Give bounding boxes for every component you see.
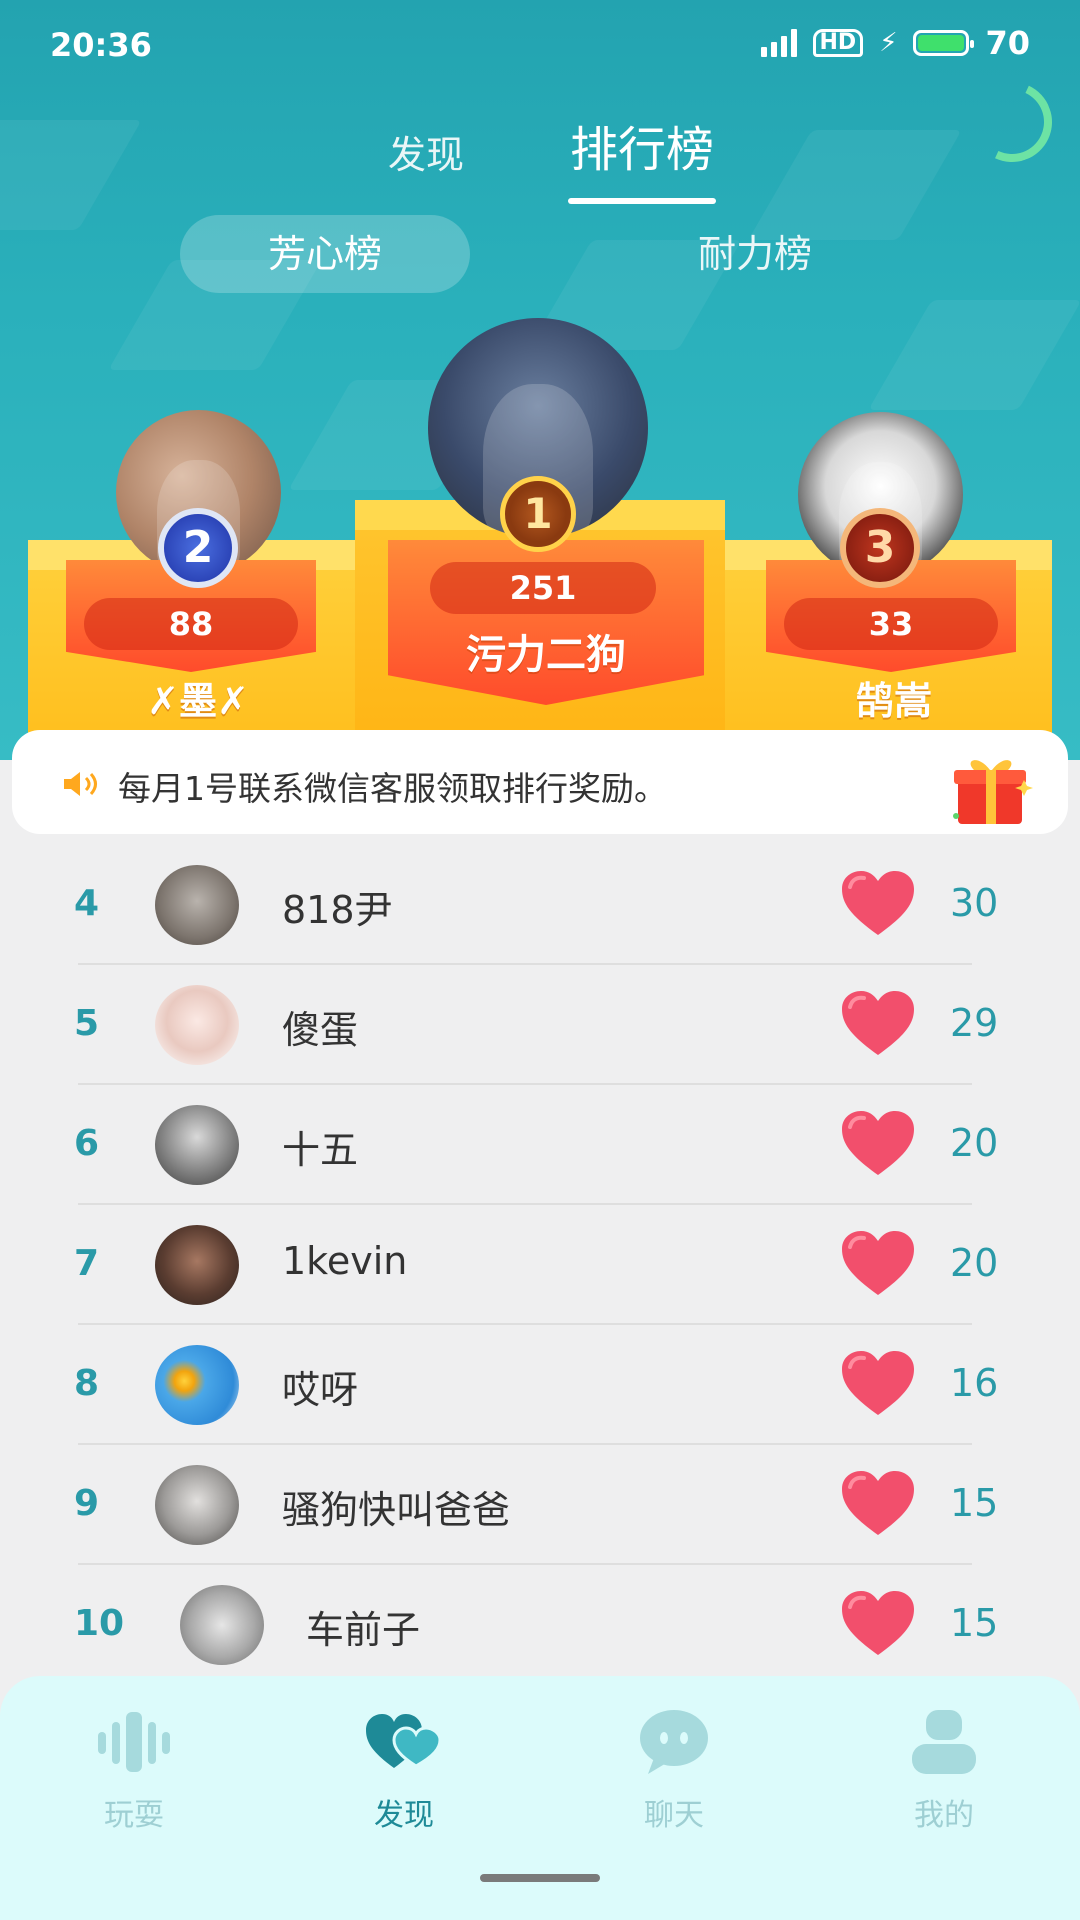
- medal-second-icon: 2: [158, 508, 238, 588]
- rank-number: 5: [74, 1003, 100, 1044]
- notice-text: 每月1号联系微信客服领取排行奖励。: [118, 769, 667, 808]
- score-second: 88: [84, 598, 298, 650]
- user-name: 哎呀: [282, 1368, 359, 1412]
- nav-label: 玩耍: [104, 1798, 164, 1833]
- list-item[interactable]: 8 哎呀 16: [0, 1325, 1080, 1445]
- medal-third-icon: 3: [840, 508, 920, 588]
- rank-number: 4: [74, 883, 100, 924]
- heart-icon: [842, 1591, 914, 1655]
- avatar[interactable]: [180, 1585, 264, 1665]
- hd-icon: HD: [812, 29, 864, 57]
- like-count: 30: [950, 881, 999, 925]
- nav-discover[interactable]: 发现: [314, 1706, 494, 1834]
- avatar[interactable]: [155, 1345, 239, 1425]
- name-second[interactable]: ✗墨✗: [60, 670, 336, 725]
- sound-wave-icon: [98, 1712, 170, 1772]
- user-name: 车前子: [306, 1608, 421, 1652]
- main-tabs: 发现 排行榜: [0, 110, 1080, 204]
- heart-icon: [842, 1351, 914, 1415]
- tab-ranking[interactable]: 排行榜: [567, 110, 717, 204]
- like-count: 15: [950, 1481, 999, 1525]
- battery-level: 70: [985, 24, 1030, 62]
- avatar[interactable]: [155, 1465, 239, 1545]
- heart-icon: [842, 871, 914, 935]
- nav-label: 我的: [914, 1798, 974, 1833]
- battery-icon: [913, 30, 975, 56]
- gift-icon[interactable]: [950, 752, 1034, 826]
- nav-me[interactable]: 我的: [854, 1706, 1034, 1834]
- rank-number: 6: [74, 1123, 100, 1164]
- subtab-charm-ranking[interactable]: 芳心榜: [180, 215, 470, 293]
- avatar[interactable]: [155, 985, 239, 1065]
- avatar[interactable]: [155, 865, 239, 945]
- nav-chat[interactable]: 聊天: [584, 1706, 764, 1834]
- like-count: 20: [950, 1241, 999, 1285]
- score-third: 33: [784, 598, 998, 650]
- name-third[interactable]: 鹄嵩: [756, 670, 1032, 725]
- like-count: 16: [950, 1361, 999, 1405]
- user-name: 818尹: [282, 888, 393, 932]
- ranking-list: 4 818尹 30 5 傻蛋 29 6 十五 20 7 1kevin 20 8 …: [0, 845, 1080, 1685]
- bottom-nav: 玩耍 发现 聊天 我的: [0, 1676, 1080, 1920]
- status-bar: 20:36 HD ⚡ 70: [0, 0, 1080, 92]
- user-name: 1kevin: [282, 1239, 408, 1283]
- rank-number: 7: [74, 1243, 100, 1284]
- rank-number: 9: [74, 1483, 100, 1524]
- home-indicator[interactable]: [480, 1874, 600, 1882]
- status-time: 20:36: [50, 26, 152, 64]
- name-first[interactable]: 污力二狗: [388, 622, 704, 680]
- avatar[interactable]: [155, 1225, 239, 1305]
- nav-play[interactable]: 玩耍: [44, 1706, 224, 1834]
- nav-label: 聊天: [644, 1798, 704, 1833]
- heart-icon: [842, 1231, 914, 1295]
- list-item[interactable]: 5 傻蛋 29: [0, 965, 1080, 1085]
- person-icon: [912, 1710, 976, 1774]
- heart-icon: [842, 1471, 914, 1535]
- list-item[interactable]: 10 车前子 15: [0, 1565, 1080, 1685]
- like-count: 15: [950, 1601, 999, 1645]
- avatar[interactable]: [155, 1105, 239, 1185]
- list-item[interactable]: 9 骚狗快叫爸爸 15: [0, 1445, 1080, 1565]
- background-tile: [868, 300, 1080, 410]
- tab-discover[interactable]: 发现: [388, 124, 464, 179]
- nav-label: 发现: [374, 1798, 434, 1833]
- hearts-icon: [366, 1714, 442, 1768]
- user-name: 十五: [282, 1128, 359, 1172]
- heart-icon: [842, 1111, 914, 1175]
- list-item[interactable]: 4 818尹 30: [0, 845, 1080, 965]
- signal-icon: [760, 29, 797, 57]
- status-icons: HD ⚡ 70: [760, 24, 1030, 62]
- list-item[interactable]: 6 十五 20: [0, 1085, 1080, 1205]
- list-item[interactable]: 7 1kevin 20: [0, 1205, 1080, 1325]
- medal-first-icon: 1: [500, 476, 576, 552]
- user-name: 骚狗快叫爸爸: [282, 1488, 511, 1532]
- subtab-stamina-ranking[interactable]: 耐力榜: [640, 215, 870, 293]
- speaker-icon: [64, 772, 97, 796]
- rank-number: 10: [74, 1603, 125, 1644]
- user-name: 傻蛋: [282, 1008, 359, 1052]
- rank-number: 8: [74, 1363, 100, 1404]
- heart-icon: [842, 991, 914, 1055]
- like-count: 20: [950, 1121, 999, 1165]
- score-first: 251: [430, 562, 656, 614]
- chat-bubble-icon: [640, 1710, 708, 1774]
- like-count: 29: [950, 1001, 999, 1045]
- charging-bolt-icon: ⚡: [879, 28, 898, 58]
- notice-bar: 每月1号联系微信客服领取排行奖励。: [12, 730, 1068, 834]
